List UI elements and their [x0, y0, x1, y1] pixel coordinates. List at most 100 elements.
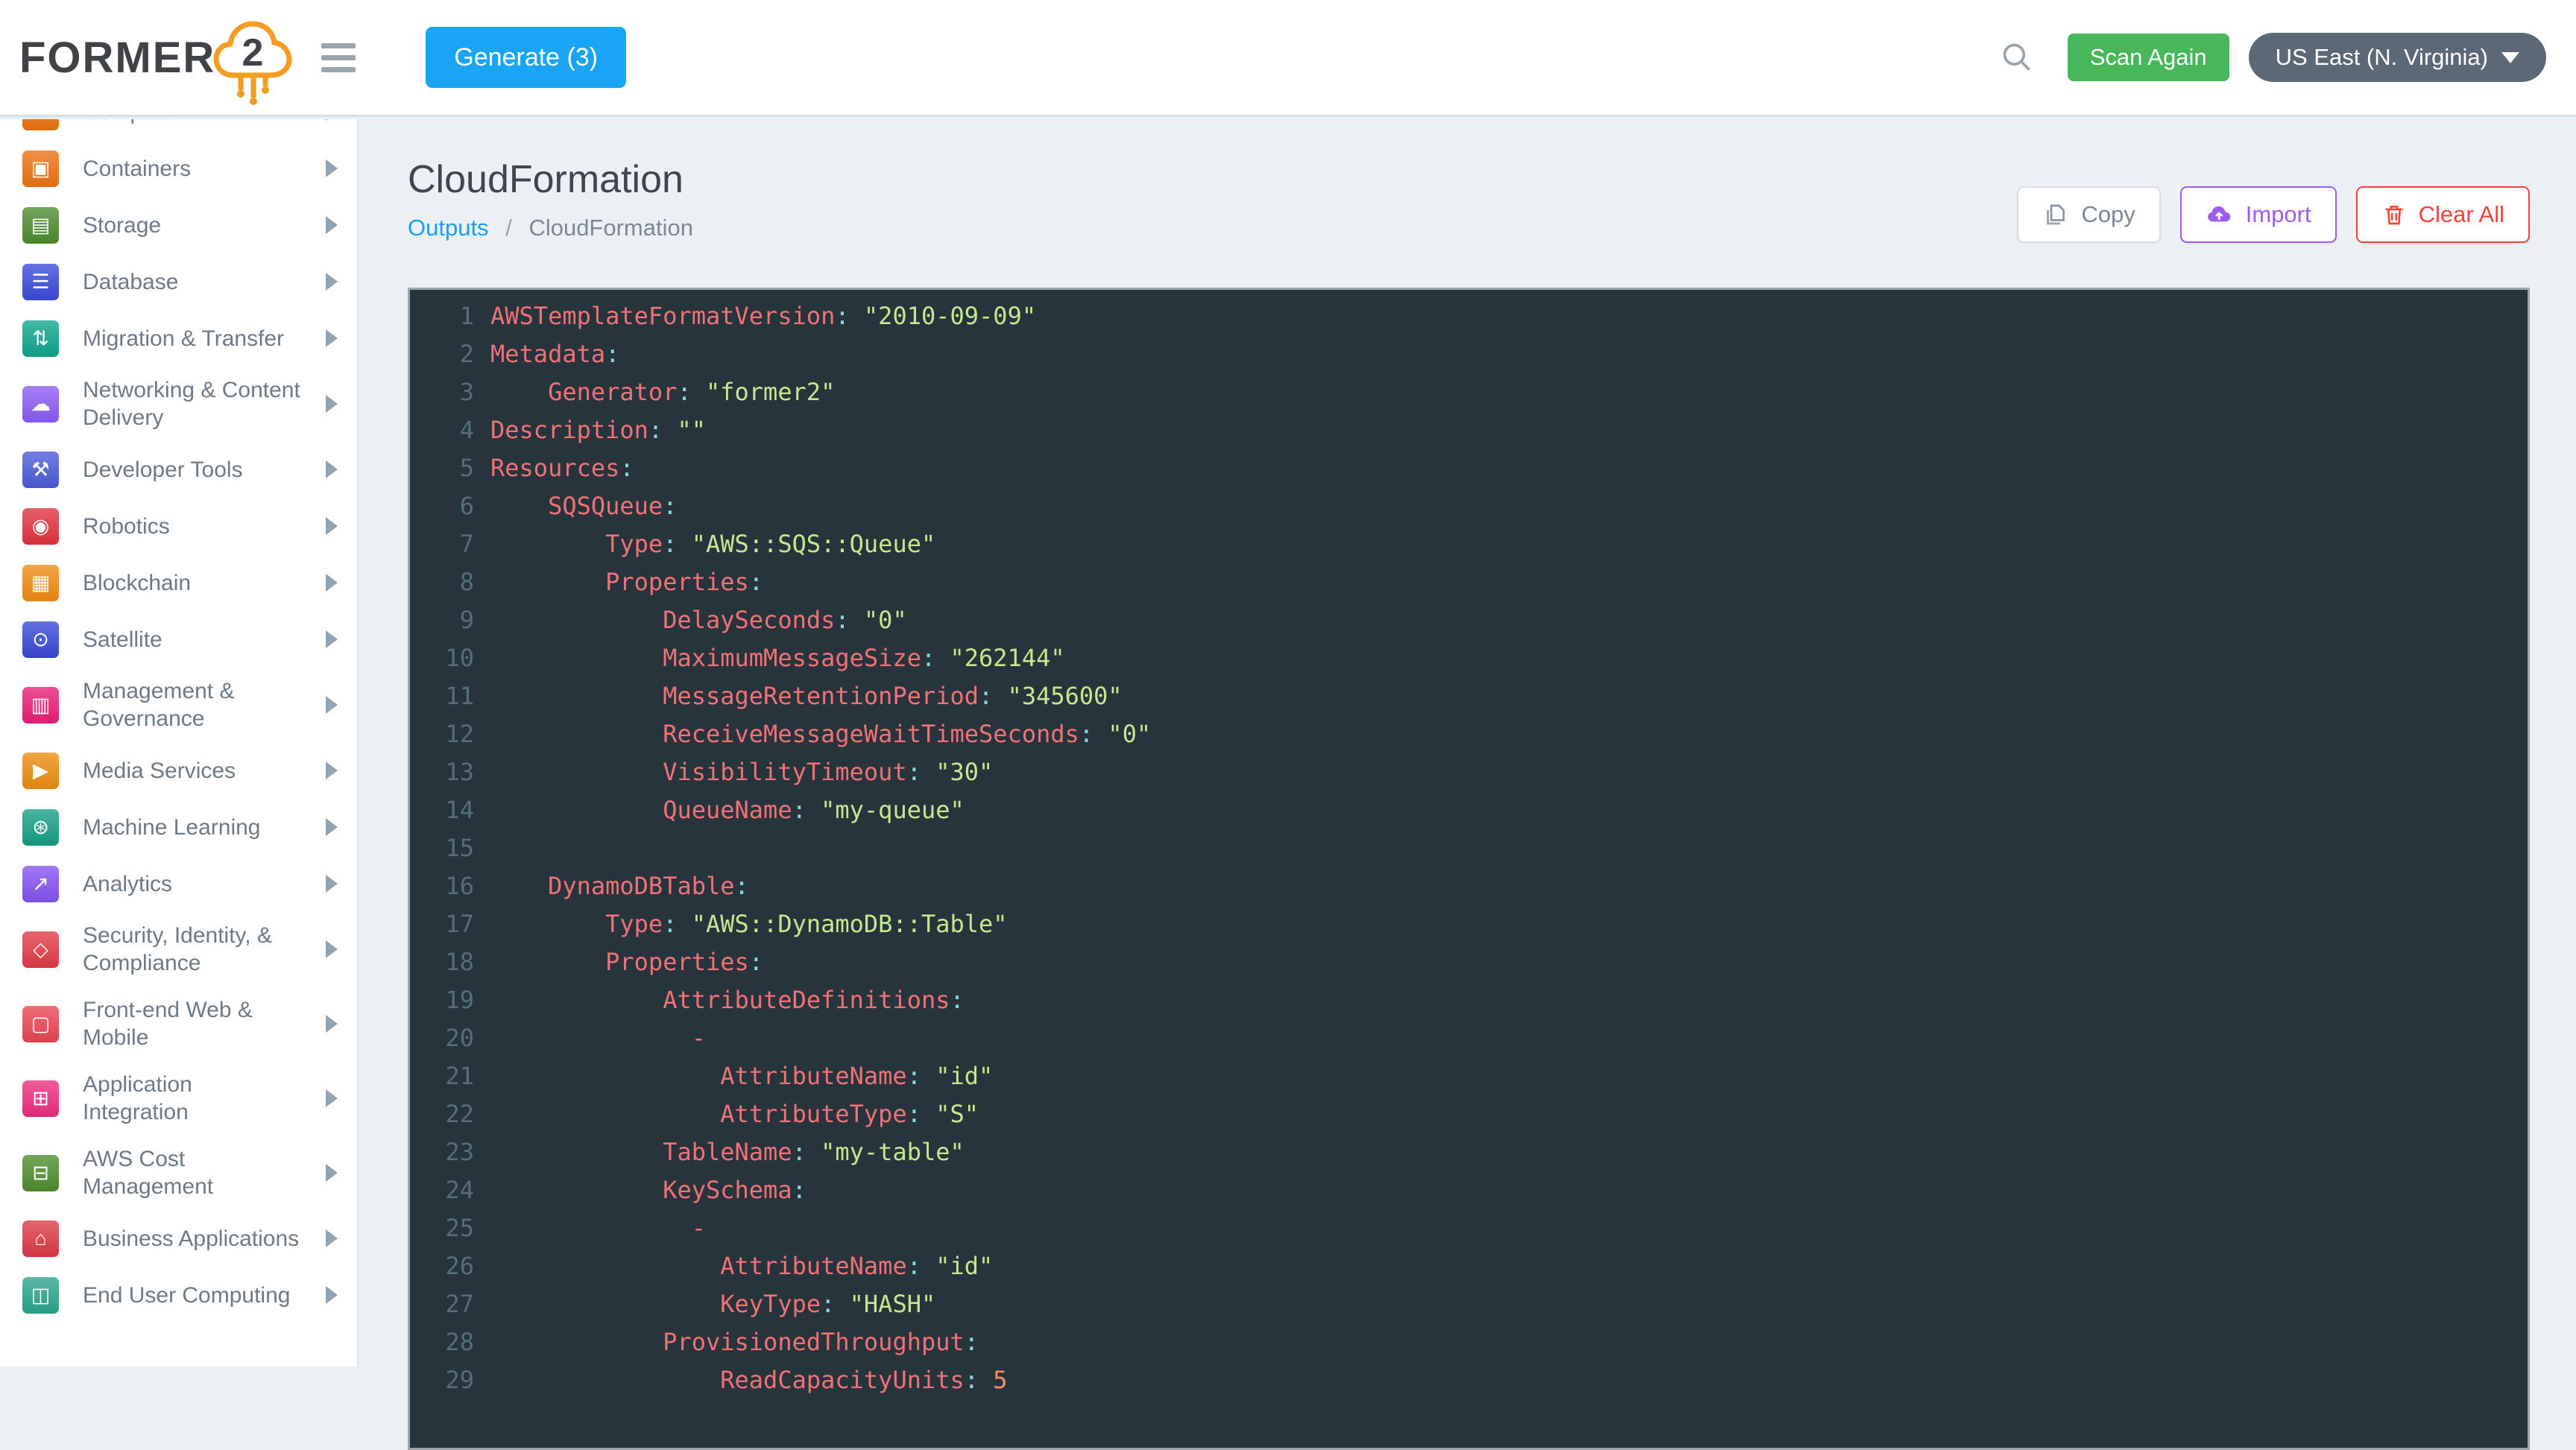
scan-again-button[interactable]: Scan Again [2068, 34, 2229, 81]
sidebar-item-machine-learning[interactable]: ⊛Machine Learning [0, 799, 357, 855]
sidebar-item-label: Security, Identity, & Compliance [83, 922, 300, 977]
region-selector[interactable]: US East (N. Virginia) [2249, 33, 2546, 82]
code-line: 21 AttributeName: "id" [410, 1057, 2528, 1095]
sidebar-item-storage[interactable]: ▤Storage [0, 197, 357, 253]
code-line: 20 - [410, 1019, 2528, 1057]
output-toolbar: Copy Import Clear All [2017, 186, 2530, 243]
chevron-right-icon [326, 696, 338, 714]
trash-icon [2381, 202, 2407, 227]
security-identity-compliance-icon: ◇ [22, 931, 59, 968]
sidebar-item-migration-transfer[interactable]: ⇅Migration & Transfer [0, 310, 357, 367]
code-line: 12 ReceiveMessageWaitTimeSeconds: "0" [410, 715, 2528, 753]
code-line: 24 KeySchema: [410, 1171, 2528, 1209]
line-number: 17 [410, 905, 477, 943]
code-line: 8 Properties: [410, 563, 2528, 601]
sidebar-item-satellite[interactable]: ⊙Satellite [0, 611, 357, 668]
sidebar-item-label: Front-end Web & Mobile [83, 996, 300, 1051]
line-number: 6 [410, 487, 477, 525]
sidebar-item-developer-tools[interactable]: ⚒Developer Tools [0, 441, 357, 498]
generate-button[interactable]: Generate (3) [426, 27, 626, 88]
sidebar-item-containers[interactable]: ▣Containers [0, 140, 357, 197]
line-number: 9 [410, 601, 477, 639]
sidebar-item-front-end-web-mobile[interactable]: ▢Front-end Web & Mobile [0, 987, 357, 1061]
line-number: 1 [410, 297, 477, 335]
chevron-right-icon [326, 395, 338, 413]
app-logo: FORMER 2 [0, 4, 294, 112]
sidebar-item-business-applications[interactable]: ⌂Business Applications [0, 1210, 357, 1267]
chevron-right-icon [326, 574, 338, 592]
chevron-right-icon [326, 273, 338, 291]
sidebar-item-label: Migration & Transfer [83, 325, 300, 352]
code-line: 29 ReadCapacityUnits: 5 [410, 1361, 2528, 1399]
code-line: 14 QueueName: "my-queue" [410, 791, 2528, 829]
sidebar-item-application-integration[interactable]: ⊞Application Integration [0, 1061, 357, 1136]
sidebar-item-blockchain[interactable]: ▦Blockchain [0, 554, 357, 611]
search-icon[interactable] [2001, 41, 2033, 74]
sidebar-item-label: Compute [83, 119, 300, 126]
line-number: 11 [410, 677, 477, 715]
sidebar-item-analytics[interactable]: ↗Analytics [0, 855, 357, 912]
developer-tools-icon: ⚒ [22, 452, 59, 488]
chevron-right-icon [326, 329, 338, 347]
line-number: 16 [410, 867, 477, 905]
sidebar-item-media-services[interactable]: ▶Media Services [0, 742, 357, 799]
cloudformation-code-editor[interactable]: 1AWSTemplateFormatVersion: "2010-09-09"2… [408, 288, 2530, 1450]
sidebar-item-networking-content-delivery[interactable]: ☁ Networking & Content Delivery [0, 367, 357, 441]
networking-content-delivery-icon: ☁ [22, 386, 59, 422]
code-line: 6 SQSQueue: [410, 487, 2528, 525]
chevron-right-icon [326, 630, 338, 648]
code-line: 22 AttributeType: "S" [410, 1095, 2528, 1133]
management-governance-icon: ▥ [22, 687, 59, 724]
sidebar-item-label: Robotics [83, 513, 300, 540]
line-number: 14 [410, 791, 477, 829]
sidebar-item-management-governance[interactable]: ▥Management & Governance [0, 668, 357, 742]
sidebar-item-label: End User Computing [83, 1282, 300, 1309]
region-label: US East (N. Virginia) [2276, 44, 2488, 71]
line-number: 15 [410, 829, 477, 867]
sidebar-item-label: Machine Learning [83, 814, 300, 841]
sidebar: ⚙Compute▣Containers▤Storage☰Database⇅Mig… [0, 119, 359, 1367]
code-line: 23 TableName: "my-table" [410, 1133, 2528, 1171]
end-user-computing-icon: ◫ [22, 1277, 59, 1314]
sidebar-item-security-identity-compliance[interactable]: ◇ Security, Identity, & Compliance [0, 912, 357, 987]
chevron-right-icon [326, 159, 338, 177]
sidebar-list: ⚙Compute▣Containers▤Storage☰Database⇅Mig… [0, 119, 357, 1323]
code-line: 4Description: "" [410, 411, 2528, 449]
main-content: CloudFormation Outputs / CloudFormation … [360, 119, 2576, 1367]
code-line: 26 AttributeName: "id" [410, 1247, 2528, 1285]
breadcrumb-outputs-link[interactable]: Outputs [408, 215, 489, 241]
chevron-right-icon [326, 818, 338, 836]
line-number: 24 [410, 1171, 477, 1209]
sidebar-item-label: Networking & Content Delivery [83, 376, 300, 431]
clear-all-button[interactable]: Clear All [2356, 186, 2530, 243]
sidebar-item-label: Satellite [83, 626, 300, 653]
copy-button[interactable]: Copy [2017, 186, 2160, 243]
sidebar-item-end-user-computing[interactable]: ◫ End User Computing [0, 1267, 357, 1323]
sidebar-item-compute[interactable]: ⚙Compute [0, 119, 357, 140]
chevron-right-icon [326, 460, 338, 478]
chevron-right-icon [326, 1286, 338, 1304]
chevron-right-icon [326, 517, 338, 535]
line-number: 19 [410, 981, 477, 1019]
import-button[interactable]: Import [2180, 186, 2337, 243]
sidebar-item-label: AWS Cost Management [83, 1145, 300, 1200]
line-number: 3 [410, 373, 477, 411]
code-line: 13 VisibilityTimeout: "30" [410, 753, 2528, 791]
chevron-right-icon [326, 119, 338, 121]
sidebar-item-robotics[interactable]: ◉ Robotics [0, 498, 357, 554]
code-line: 15 [410, 829, 2528, 867]
line-number: 12 [410, 715, 477, 753]
robotics-icon: ◉ [22, 508, 59, 545]
application-integration-icon: ⊞ [22, 1080, 59, 1117]
line-number: 2 [410, 335, 477, 373]
line-number: 26 [410, 1247, 477, 1285]
database-icon: ☰ [22, 264, 59, 300]
navbar: FORMER 2 Generate (3) Scan Again US Ea [0, 0, 2576, 117]
line-number: 20 [410, 1019, 477, 1057]
sidebar-item-database[interactable]: ☰Database [0, 253, 357, 310]
line-number: 13 [410, 753, 477, 791]
sidebar-item-aws-cost-management[interactable]: ⊟AWS Cost Management [0, 1136, 357, 1210]
caret-down-icon [2501, 52, 2519, 63]
menu-icon[interactable] [314, 29, 363, 86]
line-number: 27 [410, 1285, 477, 1323]
